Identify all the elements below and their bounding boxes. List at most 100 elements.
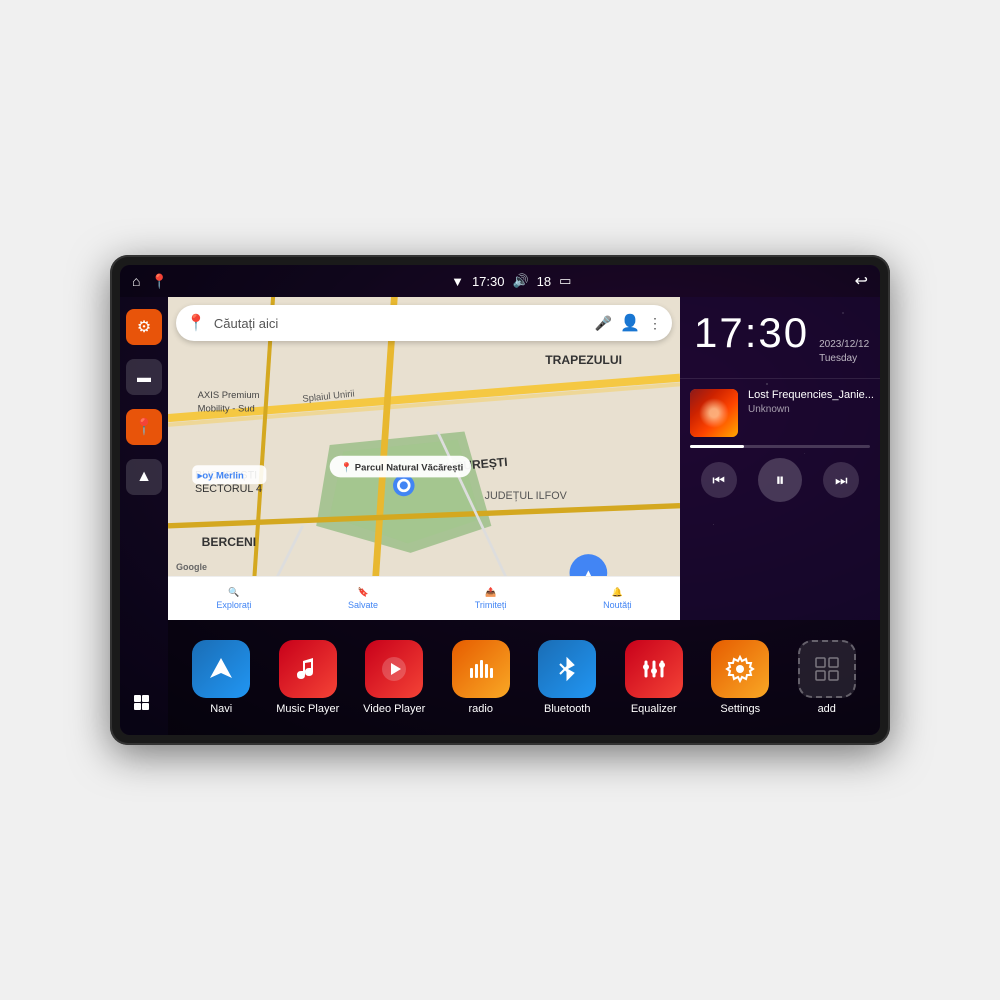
app-equalizer[interactable]: Equalizer	[619, 640, 689, 715]
music-text: Lost Frequencies_Janie... Unknown	[748, 389, 874, 415]
status-right: ↩	[855, 271, 868, 291]
app-radio[interactable]: radio	[446, 640, 516, 715]
map-nav-explore[interactable]: 🔍 Explorați	[216, 587, 251, 610]
pause-button[interactable]: ⏸	[758, 458, 802, 502]
music-player-label: Music Player	[276, 703, 339, 715]
clock-time: 17:30	[694, 309, 809, 357]
app-add[interactable]: add	[792, 640, 862, 715]
clock-widget: 17:30 2023/12/12 Tuesday	[680, 297, 880, 379]
equalizer-label: Equalizer	[631, 703, 677, 715]
settings-gear-icon	[725, 654, 755, 684]
video-player-label: Video Player	[363, 703, 425, 715]
add-label: add	[818, 703, 836, 715]
bluetooth-symbol-icon	[552, 654, 582, 684]
app-settings[interactable]: Settings	[705, 640, 775, 715]
music-info: Lost Frequencies_Janie... Unknown	[690, 389, 870, 437]
prev-icon: ⏮	[712, 472, 725, 489]
explore-icon: 🔍	[228, 587, 239, 598]
music-note-icon	[293, 654, 323, 684]
mic-icon[interactable]: 🎤	[595, 315, 612, 332]
album-art	[690, 389, 738, 437]
map-pin-icon: 📍	[134, 417, 154, 437]
app-music-player[interactable]: Music Player	[273, 640, 343, 715]
equalizer-icon-box	[625, 640, 683, 698]
saved-icon: 🔖	[357, 587, 368, 598]
navi-icon-box	[192, 640, 250, 698]
map-search-text[interactable]: Căutați aici	[214, 316, 587, 331]
status-bar: ⌂ 📍 ▼ 17:30 🔊 18 ▭ ↩	[120, 265, 880, 297]
sidebar-apps[interactable]	[126, 687, 162, 723]
clock-date: 2023/12/12	[819, 338, 869, 352]
svg-text:AXIS Premium: AXIS Premium	[198, 389, 260, 400]
maps-icon[interactable]: 📍	[150, 273, 167, 290]
music-progress-fill	[690, 445, 744, 448]
settings-dots-icon[interactable]: ⋮	[648, 315, 662, 332]
prev-button[interactable]: ⏮	[701, 462, 737, 498]
music-title: Lost Frequencies_Janie...	[748, 389, 874, 401]
svg-text:▸oy Merlin: ▸oy Merlin	[197, 470, 244, 481]
svg-text:📍 Parcul Natural Văcărești: 📍 Parcul Natural Văcărești	[340, 462, 463, 474]
back-icon[interactable]: ↩	[855, 271, 868, 291]
map-background: TRAPEZULUI BUCUREȘTI JUDEȚUL ILFOV BERCE…	[168, 297, 680, 620]
clock-day: Tuesday	[819, 352, 869, 366]
bluetooth-label: Bluetooth	[544, 703, 590, 715]
svg-text:Mobility - Sud: Mobility - Sud	[198, 402, 255, 413]
map-svg: TRAPEZULUI BUCUREȘTI JUDEȚUL ILFOV BERCE…	[168, 297, 680, 620]
video-play-icon	[379, 654, 409, 684]
map-nav-send[interactable]: 📤 Trimiteți	[475, 587, 507, 610]
sidebar-settings[interactable]: ⚙	[126, 309, 162, 345]
map-bottom-bar: 🔍 Explorați 🔖 Salvate 📤 Trimiteți	[168, 576, 680, 620]
google-maps-icon: 📍	[186, 313, 206, 333]
navi-label: Navi	[210, 703, 232, 715]
app-video-player[interactable]: Video Player	[359, 640, 429, 715]
sidebar-nav[interactable]: ▲	[126, 459, 162, 495]
album-art-image	[690, 389, 738, 437]
svg-text:BERCENI: BERCENI	[202, 535, 257, 549]
music-widget: Lost Frequencies_Janie... Unknown ⏮	[680, 379, 880, 620]
music-controls: ⏮ ⏸ ⏭	[690, 458, 870, 502]
main-content: ⚙ ▬ 📍 ▲	[120, 297, 880, 735]
home-icon[interactable]: ⌂	[132, 273, 140, 289]
right-panel: 17:30 2023/12/12 Tuesday	[680, 297, 880, 620]
battery-level: 18	[537, 274, 551, 289]
google-logo: Google	[176, 562, 207, 572]
status-time: 17:30	[472, 274, 505, 289]
wifi-icon: ▼	[451, 274, 464, 289]
music-artist: Unknown	[748, 404, 874, 415]
music-player-icon-box	[279, 640, 337, 698]
app-bluetooth[interactable]: Bluetooth	[532, 640, 602, 715]
car-display-device: ⌂ 📍 ▼ 17:30 🔊 18 ▭ ↩ ⚙ ▬	[110, 255, 890, 745]
bluetooth-icon-box	[538, 640, 596, 698]
map-nav-news[interactable]: 🔔 Noutăți	[603, 587, 632, 610]
status-left: ⌂ 📍	[132, 273, 168, 290]
bottom-apps-bar: Navi Music Player	[168, 620, 880, 735]
radio-label: radio	[469, 703, 493, 715]
navi-arrow-icon	[206, 654, 236, 684]
video-player-icon-box	[365, 640, 423, 698]
add-icon-box	[798, 640, 856, 698]
send-icon: 📤	[485, 587, 496, 598]
svg-text:SECTORUL 4: SECTORUL 4	[195, 483, 262, 495]
map-search-bar[interactable]: 📍 Căutați aici 🎤 👤 ⋮	[176, 305, 672, 341]
profile-icon[interactable]: 👤	[620, 313, 640, 333]
screen: ⌂ 📍 ▼ 17:30 🔊 18 ▭ ↩ ⚙ ▬	[120, 265, 880, 735]
apps-grid-icon	[132, 693, 156, 717]
add-grid-icon	[812, 654, 842, 684]
next-button[interactable]: ⏭	[823, 462, 859, 498]
battery-icon: ▭	[559, 273, 571, 289]
sidebar-folder[interactable]: ▬	[126, 359, 162, 395]
sidebar-map[interactable]: 📍	[126, 409, 162, 445]
top-row: TRAPEZULUI BUCUREȘTI JUDEȚUL ILFOV BERCE…	[168, 297, 880, 620]
news-icon: 🔔	[612, 587, 623, 598]
map-nav-saved[interactable]: 🔖 Salvate	[348, 587, 378, 610]
clock-date-block: 2023/12/12 Tuesday	[819, 338, 869, 366]
music-progress-bar[interactable]	[690, 445, 870, 448]
news-label: Noutăți	[603, 600, 632, 610]
settings-icon-box	[711, 640, 769, 698]
app-navi[interactable]: Navi	[186, 640, 256, 715]
explore-label: Explorați	[216, 600, 251, 610]
sidebar: ⚙ ▬ 📍 ▲	[120, 297, 168, 735]
radio-icon-box	[452, 640, 510, 698]
pause-icon: ⏸	[775, 470, 784, 491]
map-container[interactable]: TRAPEZULUI BUCUREȘTI JUDEȚUL ILFOV BERCE…	[168, 297, 680, 620]
